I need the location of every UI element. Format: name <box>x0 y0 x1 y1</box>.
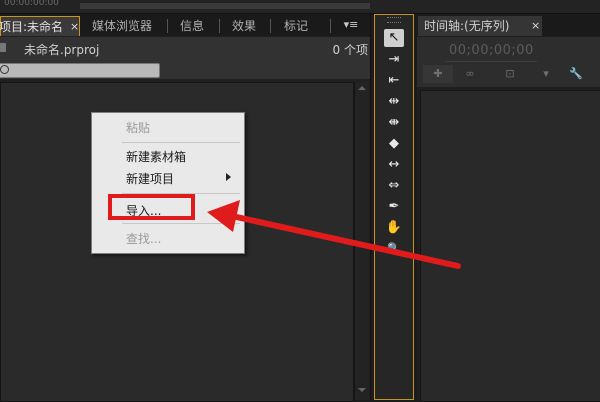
tab-project[interactable]: 项目:未命名 × <box>0 16 80 36</box>
item-count: 0 个项 <box>332 43 368 57</box>
slide-tool-icon[interactable]: ⇔ <box>384 177 404 195</box>
search-input[interactable] <box>0 63 160 78</box>
snap-icon[interactable]: ✚ <box>423 65 453 83</box>
slip-tool-icon[interactable]: ↔ <box>384 156 404 174</box>
timeline-panel: 时间轴:(无序列) × 00;00;00;00 ✚ ∞ ⊡ ▾ 🔧 <box>417 14 600 402</box>
ripple-edit-tool-icon[interactable]: ⇤ <box>384 72 404 90</box>
tab-info[interactable]: 信息 <box>180 16 204 36</box>
timeline-timecode[interactable]: 00;00;00;00 <box>449 43 534 58</box>
tab-divider <box>330 19 331 33</box>
tab-project-label: 项目:未命名 <box>0 20 64 34</box>
menu-item-find: 查找... <box>126 232 162 246</box>
folder-icon <box>0 43 6 52</box>
wrench-icon[interactable]: 🔧 <box>561 65 591 83</box>
tools-panel: ↖ ⇥ ⇤ ⇹ ⇼ ◆ ↔ ⇔ ✒ ✋ 🔍 <box>374 14 414 400</box>
add-marker-icon[interactable]: ▾ <box>531 65 561 83</box>
razor-tool-icon[interactable]: ◆ <box>384 135 404 153</box>
close-icon[interactable]: × <box>531 16 540 36</box>
menu-divider <box>122 142 240 143</box>
top-scrub-bar[interactable] <box>80 3 370 9</box>
menu-item-new-item[interactable]: 新建项目 <box>126 170 174 187</box>
tab-timeline-label: 时间轴:(无序列) <box>424 19 510 33</box>
tab-divider <box>167 19 168 33</box>
menu-item-new-bin[interactable]: 新建素材箱 <box>126 148 186 165</box>
panel-grip-icon[interactable] <box>387 17 401 23</box>
project-file-name: 未命名.prproj <box>24 43 100 57</box>
zoom-tool-icon[interactable]: 🔍 <box>384 240 404 258</box>
project-tab-bar: 项目:未命名 × 媒体浏览器 信息 效果 标记 ▾≡ <box>0 14 370 36</box>
track-select-tool-icon[interactable]: ⇥ <box>384 51 404 69</box>
selection-tool-icon[interactable]: ↖ <box>384 29 404 47</box>
annotation-highlight-box <box>108 194 195 220</box>
tab-divider <box>219 19 220 33</box>
marker-icon[interactable]: ⊡ <box>495 65 525 83</box>
tab-timeline[interactable]: 时间轴:(无序列) × <box>418 16 542 36</box>
top-timecode: 00:00:00:00 <box>4 0 59 8</box>
tab-effects[interactable]: 效果 <box>232 16 256 36</box>
project-scrollbar[interactable] <box>354 82 369 400</box>
close-icon[interactable]: × <box>70 17 79 37</box>
tab-media-browser[interactable]: 媒体浏览器 <box>92 16 152 36</box>
menu-item-paste: 粘贴 <box>126 121 151 135</box>
rate-stretch-tool-icon[interactable]: ⇼ <box>384 114 404 132</box>
timeline-header: 00;00;00;00 ✚ ∞ ⊡ ▾ 🔧 <box>417 37 600 87</box>
menu-divider <box>122 223 240 224</box>
timecode-underline <box>445 61 537 62</box>
tab-markers[interactable]: 标记 <box>284 16 308 36</box>
link-icon[interactable]: ∞ <box>455 65 485 83</box>
rolling-edit-tool-icon[interactable]: ⇹ <box>384 93 404 111</box>
pen-tool-icon[interactable]: ✒ <box>384 198 404 216</box>
scroll-up-icon[interactable] <box>358 86 366 90</box>
top-strip: 00:00:00:00 <box>0 0 600 14</box>
project-header: 未命名.prproj 0 个项 <box>0 37 370 79</box>
context-menu: 粘贴 新建素材箱 新建项目 导入... 查找... <box>91 112 245 254</box>
hand-tool-icon[interactable]: ✋ <box>384 219 404 237</box>
scroll-down-icon[interactable] <box>358 388 366 392</box>
tab-divider <box>270 19 271 33</box>
submenu-arrow-icon <box>226 173 231 181</box>
search-icon <box>0 65 9 74</box>
timeline-track-area[interactable] <box>420 90 600 402</box>
timeline-tab-bar: 时间轴:(无序列) × <box>417 14 600 36</box>
panel-menu-icon[interactable]: ▾≡ <box>340 17 362 33</box>
